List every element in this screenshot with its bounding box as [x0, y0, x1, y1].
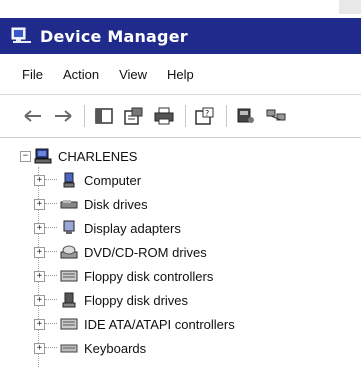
floppy-icon	[60, 292, 78, 308]
menu-action[interactable]: Action	[53, 67, 109, 82]
scan-hardware-icon[interactable]	[235, 105, 257, 127]
menu-file[interactable]: File	[0, 67, 53, 82]
expand-toggle[interactable]: +	[34, 222, 45, 234]
expand-toggle[interactable]: +	[34, 294, 45, 306]
tree-connector	[45, 227, 57, 229]
tree-connector	[45, 179, 57, 181]
tree-connector	[45, 275, 57, 277]
toolbar-separator	[226, 105, 227, 127]
device-manager-app-icon	[10, 25, 36, 47]
network-icon[interactable]	[265, 105, 287, 127]
back-arrow-icon[interactable]	[22, 105, 44, 127]
toolbar-separator	[84, 105, 85, 127]
toolbar: ?	[0, 94, 361, 137]
tree-connector	[45, 251, 57, 253]
collapse-toggle[interactable]: −	[20, 150, 31, 162]
expand-toggle[interactable]: +	[34, 198, 45, 210]
expand-toggle[interactable]: +	[34, 318, 45, 330]
node-label: Disk drives	[84, 196, 148, 212]
tree-connector	[45, 347, 57, 349]
device-tree: − CHARLENES + Computer + Disk drives + D…	[0, 137, 361, 367]
node-label: DVD/CD-ROM drives	[84, 244, 207, 260]
controller-icon	[60, 316, 78, 332]
disk-drive-icon	[60, 196, 78, 212]
node-label: Floppy disk controllers	[84, 268, 214, 284]
node-label: Computer	[84, 172, 142, 188]
top-strip	[0, 0, 361, 18]
expand-toggle[interactable]: +	[34, 246, 45, 258]
tree-node[interactable]: + IDE ATA/ATAPI controllers	[34, 312, 235, 336]
computer-icon	[34, 148, 52, 164]
tree-node[interactable]: + DVD/CD-ROM drives	[34, 240, 207, 264]
tree-root[interactable]: − CHARLENES	[20, 144, 137, 168]
node-label: IDE ATA/ATAPI controllers	[84, 316, 235, 332]
tree-connector	[45, 299, 57, 301]
node-label: Display adapters	[84, 220, 181, 236]
help-icon[interactable]: ?	[194, 105, 216, 127]
tree-node[interactable]: + Display adapters	[34, 216, 181, 240]
toolbar-separator	[185, 105, 186, 127]
display-adapter-icon	[60, 220, 78, 236]
properties-icon[interactable]	[123, 105, 145, 127]
computer-icon	[60, 172, 78, 188]
tree-node[interactable]: + Disk drives	[34, 192, 148, 216]
cdrom-icon	[60, 244, 78, 260]
controller-icon	[60, 268, 78, 284]
expand-toggle[interactable]: +	[34, 270, 45, 282]
window-title: Device Manager	[40, 26, 188, 46]
tree-node[interactable]: + Floppy disk controllers	[34, 264, 213, 288]
tree-node[interactable]: + Floppy disk drives	[34, 288, 188, 312]
title-bar: Device Manager	[0, 18, 361, 54]
print-icon[interactable]	[153, 105, 175, 127]
show-hide-tree-icon[interactable]	[93, 105, 115, 127]
node-label: Keyboards	[84, 340, 147, 356]
svg-text:?: ?	[205, 109, 209, 118]
tree-node[interactable]: + Keyboards	[34, 336, 146, 360]
tree-connector	[45, 203, 57, 205]
menu-bar: File Action View Help	[0, 54, 361, 94]
root-label: CHARLENES	[58, 148, 138, 164]
node-label: Floppy disk drives	[84, 292, 189, 308]
tree-connector	[45, 323, 57, 325]
menu-view[interactable]: View	[109, 67, 157, 82]
expand-toggle[interactable]: +	[34, 174, 45, 186]
tree-node[interactable]: + Computer	[34, 168, 141, 192]
forward-arrow-icon[interactable]	[52, 105, 74, 127]
expand-toggle[interactable]: +	[34, 342, 45, 354]
menu-help[interactable]: Help	[157, 67, 204, 82]
top-strip-shade	[339, 0, 361, 14]
keyboard-icon	[60, 340, 78, 356]
